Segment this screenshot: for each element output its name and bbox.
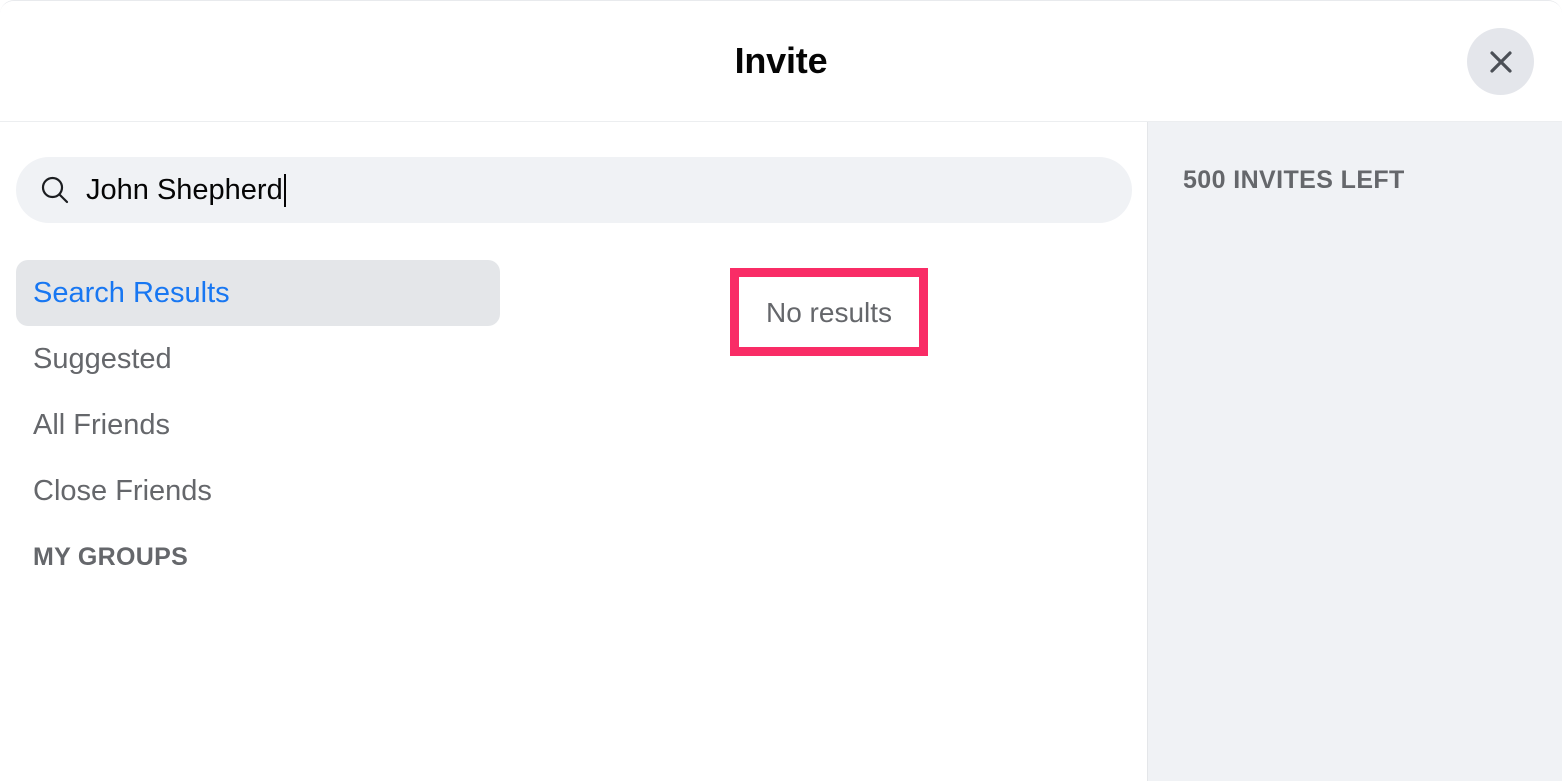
search-icon bbox=[38, 173, 72, 207]
modal-body: John Shepherd Search Results Suggested A… bbox=[0, 122, 1562, 781]
close-icon bbox=[1483, 44, 1519, 80]
right-panel: 500 INVITES LEFT bbox=[1147, 122, 1562, 781]
invite-modal: Invite John Shepherd Search Results Sugg… bbox=[0, 0, 1562, 781]
invites-left-counter: 500 INVITES LEFT bbox=[1183, 166, 1405, 194]
annotation-highlight-box: No results bbox=[730, 268, 928, 356]
search-input[interactable]: John Shepherd bbox=[16, 157, 1132, 223]
no-results-text: No results bbox=[765, 296, 893, 328]
page-title: Invite bbox=[734, 40, 828, 81]
left-pane: John Shepherd Search Results Suggested A… bbox=[0, 122, 1147, 781]
results-column: No results bbox=[545, 260, 1135, 740]
text-caret bbox=[283, 173, 286, 207]
sidebar-item-close-friends[interactable]: Close Friends bbox=[16, 458, 500, 524]
sidebar-item-suggested[interactable]: Suggested bbox=[16, 326, 500, 392]
modal-header: Invite bbox=[0, 1, 1562, 122]
sidebar-item-search-results[interactable]: Search Results bbox=[16, 260, 500, 326]
search-input-value: John Shepherd bbox=[86, 174, 283, 206]
sidebar-item-all-friends[interactable]: All Friends bbox=[16, 392, 500, 458]
close-button[interactable] bbox=[1467, 28, 1534, 95]
